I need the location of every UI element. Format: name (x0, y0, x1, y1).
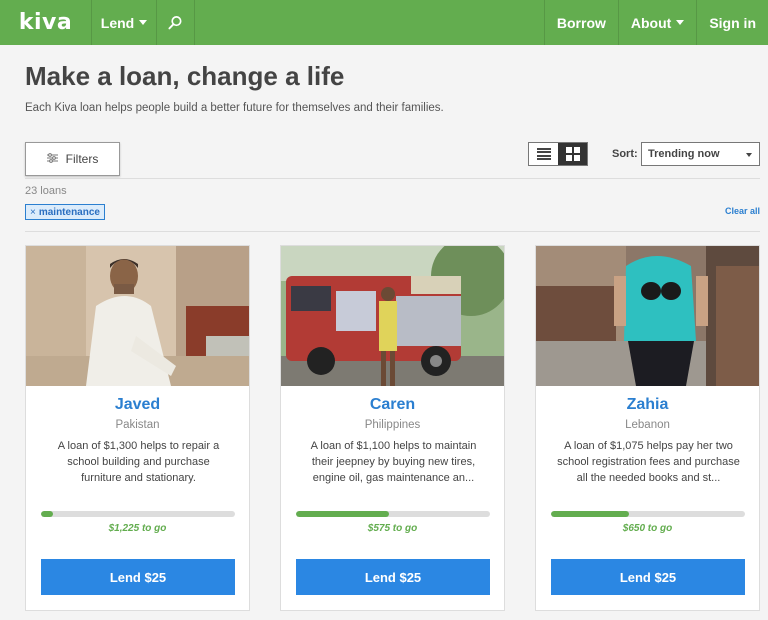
amount-to-go: $1,225 to go (108, 523, 167, 534)
filter-tag-label: maintenance (38, 206, 100, 218)
nav-borrow[interactable]: Borrow (543, 0, 618, 45)
filter-tag-maintenance[interactable]: × maintenance (25, 204, 105, 220)
funding-progress-bar (41, 511, 235, 517)
borrower-photo[interactable] (536, 246, 759, 386)
top-nav: kiva Lend Borrow About Sign in (0, 0, 768, 45)
borrower-name[interactable]: Javed (26, 396, 249, 414)
amount-to-go: $650 to go (622, 523, 673, 534)
funding-progress-bar (551, 511, 745, 517)
chevron-down-icon (676, 20, 685, 25)
grid-view-icon (565, 147, 580, 161)
borrower-name[interactable]: Zahia (536, 396, 759, 414)
search-icon (168, 16, 182, 30)
page-title: Make a loan, change a life (25, 61, 345, 91)
borrower-country: Lebanon (625, 419, 670, 431)
chevron-down-icon (139, 20, 148, 25)
loan-count: 23 loans (25, 185, 67, 197)
sort-label: Sort: (612, 148, 638, 160)
sliders-icon (46, 152, 58, 166)
filters-label: Filters (65, 152, 99, 166)
loan-description: A loan of $1,300 helps to repair a schoo… (57, 440, 220, 484)
divider (25, 231, 760, 232)
nav-lend-label: Lend (100, 14, 135, 31)
divider (25, 178, 760, 179)
kiva-logo[interactable]: kiva (0, 0, 92, 45)
borrower-name[interactable]: Caren (281, 396, 504, 414)
loan-description: A loan of $1,100 helps to maintain their… (310, 440, 477, 484)
borrower-photo[interactable] (26, 246, 249, 386)
list-view-button[interactable] (529, 143, 558, 165)
loan-card-zahia: Zahia Lebanon A loan of $1,075 helps pay… (535, 245, 760, 611)
lend-button[interactable]: Lend $25 (296, 559, 490, 595)
amount-to-go: $575 to go (367, 523, 418, 534)
nav-search-button[interactable] (157, 0, 195, 45)
nav-sign-in-label: Sign in (709, 14, 756, 31)
lend-button[interactable]: Lend $25 (551, 559, 745, 595)
nav-about-menu[interactable]: About (617, 0, 696, 45)
lend-button[interactable]: Lend $25 (41, 559, 235, 595)
funding-progress-bar (296, 511, 490, 517)
nav-about-label: About (630, 14, 672, 31)
view-toggle (528, 142, 588, 166)
clear-all-link[interactable]: Clear all (725, 206, 760, 216)
sort-select[interactable]: Trending now (641, 142, 760, 166)
loan-card-caren: Caren Philippines A loan of $1,100 helps… (280, 245, 505, 611)
page-subtitle: Each Kiva loan helps people build a bett… (25, 102, 444, 114)
filters-button[interactable]: Filters (25, 142, 120, 176)
loan-description: A loan of $1,075 helps pay her two schoo… (557, 440, 740, 484)
borrower-photo[interactable] (281, 246, 504, 386)
list-view-icon (536, 148, 551, 160)
borrower-country: Pakistan (115, 419, 160, 431)
loan-card-javed: Javed Pakistan A loan of $1,300 helps to… (25, 245, 250, 611)
remove-tag-icon[interactable]: × (30, 207, 36, 218)
borrower-country: Philippines (364, 419, 421, 431)
nav-sign-in[interactable]: Sign in (696, 0, 768, 45)
nav-borrow-label: Borrow (556, 14, 606, 31)
chevron-down-icon (746, 153, 752, 157)
nav-lend-menu[interactable]: Lend (92, 0, 157, 45)
sort-value: Trending now (648, 148, 720, 160)
grid-view-button[interactable] (558, 143, 587, 165)
